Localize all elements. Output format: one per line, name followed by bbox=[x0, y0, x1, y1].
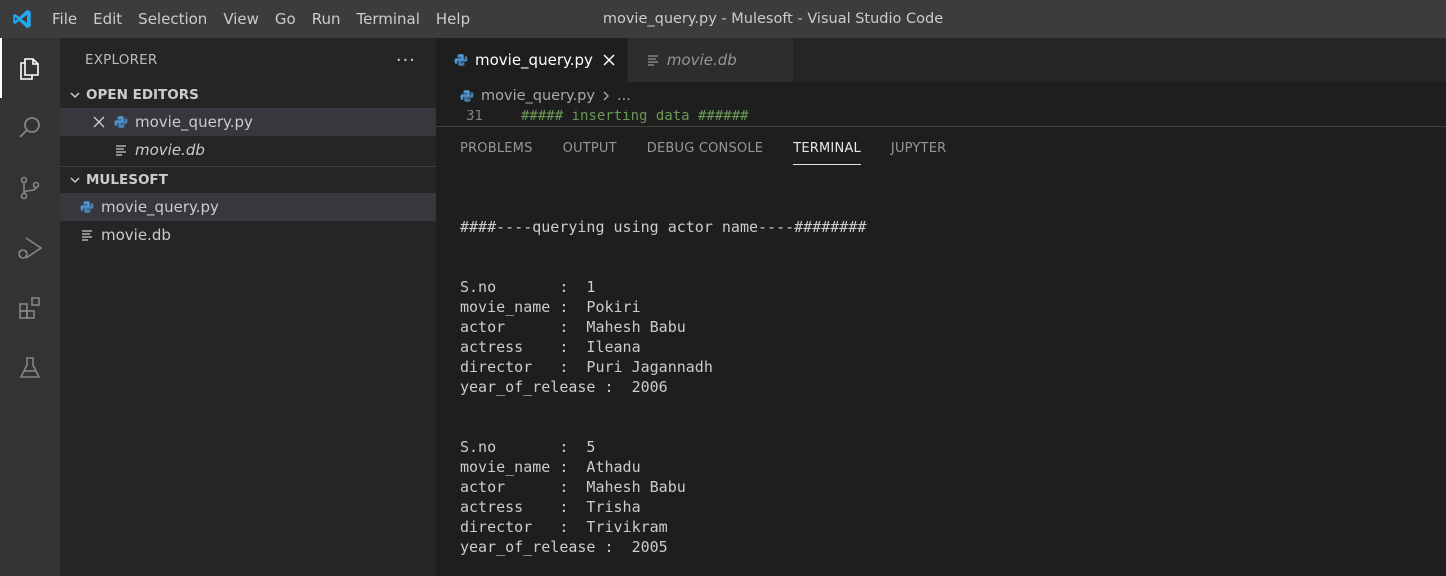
source-control-icon[interactable] bbox=[0, 158, 60, 218]
python-file-icon bbox=[452, 51, 470, 69]
folder-label: MULESOFT bbox=[86, 172, 168, 188]
breadcrumb-file[interactable]: movie_query.py bbox=[481, 88, 595, 104]
tab-movie-db[interactable]: movie.db bbox=[627, 38, 794, 82]
title-bar: File Edit Selection View Go Run Terminal… bbox=[0, 0, 1446, 38]
code-peek: 31 ##### inserting data ###### bbox=[436, 110, 1446, 126]
terminal-line: movie_name : Athadu bbox=[460, 458, 641, 476]
search-icon[interactable] bbox=[0, 98, 60, 158]
close-icon[interactable] bbox=[603, 54, 615, 66]
folder-file-item[interactable]: movie.db bbox=[60, 221, 436, 249]
text-file-icon bbox=[78, 226, 96, 244]
terminal-line: year_of_release : 2005 bbox=[460, 538, 668, 556]
terminal-line: S.no : 5 bbox=[460, 438, 596, 456]
explorer-title: EXPLORER bbox=[85, 52, 158, 68]
run-debug-icon[interactable] bbox=[0, 218, 60, 278]
text-file-icon bbox=[644, 51, 662, 69]
breadcrumb-symbols[interactable]: ... bbox=[617, 88, 631, 104]
terminal-line: year_of_release : 2006 bbox=[460, 378, 668, 396]
python-file-icon bbox=[458, 87, 476, 105]
python-file-icon bbox=[112, 113, 130, 131]
tab-movie-query[interactable]: movie_query.py bbox=[436, 38, 628, 82]
chevron-down-icon bbox=[66, 171, 84, 189]
file-name: movie.db bbox=[101, 226, 171, 244]
editor-area: movie_query.py movie.db movie_query.py .… bbox=[436, 38, 1446, 576]
close-icon[interactable] bbox=[90, 116, 108, 128]
terminal-line: ####----querying using actor name----###… bbox=[460, 218, 867, 236]
file-name: movie_query.py bbox=[101, 198, 219, 216]
python-file-icon bbox=[78, 198, 96, 216]
menu-terminal[interactable]: Terminal bbox=[349, 0, 428, 38]
open-editors-section[interactable]: OPEN EDITORS bbox=[60, 82, 436, 108]
terminal-output[interactable]: ####----querying using actor name----###… bbox=[460, 177, 1446, 576]
chevron-right-icon bbox=[601, 90, 611, 102]
terminal-line: S.no : 1 bbox=[460, 278, 596, 296]
menu-selection[interactable]: Selection bbox=[130, 0, 215, 38]
bottom-panel: PROBLEMS OUTPUT DEBUG CONSOLE TERMINAL J… bbox=[436, 126, 1446, 576]
open-editor-item[interactable]: movie_query.py bbox=[60, 108, 436, 136]
menu-run[interactable]: Run bbox=[304, 0, 349, 38]
vscode-logo-icon[interactable] bbox=[0, 0, 44, 38]
terminal-line: actress : Ileana bbox=[460, 338, 641, 356]
menu-bar: File Edit Selection View Go Run Terminal… bbox=[44, 0, 478, 38]
explorer-sidebar: EXPLORER ··· OPEN EDITORS movie_query.py… bbox=[60, 38, 436, 576]
file-name: movie_query.py bbox=[135, 113, 253, 131]
editor-tabs: movie_query.py movie.db bbox=[436, 38, 1446, 82]
tab-label: movie_query.py bbox=[475, 51, 593, 69]
terminal-line: director : Trivikram bbox=[460, 518, 668, 536]
menu-view[interactable]: View bbox=[215, 0, 267, 38]
more-actions-icon[interactable]: ··· bbox=[396, 50, 416, 71]
folder-section[interactable]: MULESOFT bbox=[60, 167, 436, 193]
text-file-icon bbox=[112, 141, 130, 159]
extensions-icon[interactable] bbox=[0, 278, 60, 338]
terminal-line: actor : Mahesh Babu bbox=[460, 478, 686, 496]
menu-edit[interactable]: Edit bbox=[85, 0, 130, 38]
terminal-line: actor : Mahesh Babu bbox=[460, 318, 686, 336]
breadcrumb: movie_query.py ... bbox=[436, 82, 1446, 110]
menu-go[interactable]: Go bbox=[267, 0, 304, 38]
terminal-line: movie_name : Pokiri bbox=[460, 298, 641, 316]
tab-output[interactable]: OUTPUT bbox=[563, 127, 617, 171]
explorer-header: EXPLORER ··· bbox=[60, 38, 436, 82]
tab-debug-console[interactable]: DEBUG CONSOLE bbox=[647, 127, 763, 171]
folder-file-item[interactable]: movie_query.py bbox=[60, 193, 436, 221]
explorer-icon[interactable] bbox=[0, 38, 60, 98]
tab-problems[interactable]: PROBLEMS bbox=[460, 127, 533, 171]
panel-tabs: PROBLEMS OUTPUT DEBUG CONSOLE TERMINAL J… bbox=[436, 127, 1446, 171]
activity-bar bbox=[0, 38, 60, 576]
chevron-down-icon bbox=[66, 86, 84, 104]
tab-terminal[interactable]: TERMINAL bbox=[793, 127, 861, 171]
tab-label: movie.db bbox=[666, 51, 737, 69]
menu-help[interactable]: Help bbox=[428, 0, 478, 38]
terminal-line: actress : Trisha bbox=[460, 498, 641, 516]
terminal-line: director : Puri Jagannadh bbox=[460, 358, 713, 376]
line-number: 31 bbox=[466, 110, 483, 124]
code-comment: ##### inserting data ###### bbox=[521, 110, 749, 124]
testing-icon[interactable] bbox=[0, 338, 60, 398]
file-name: movie.db bbox=[135, 141, 205, 159]
open-editor-item[interactable]: movie.db bbox=[60, 136, 436, 164]
open-editors-label: OPEN EDITORS bbox=[86, 87, 199, 103]
menu-file[interactable]: File bbox=[44, 0, 85, 38]
tab-jupyter[interactable]: JUPYTER bbox=[891, 127, 946, 171]
